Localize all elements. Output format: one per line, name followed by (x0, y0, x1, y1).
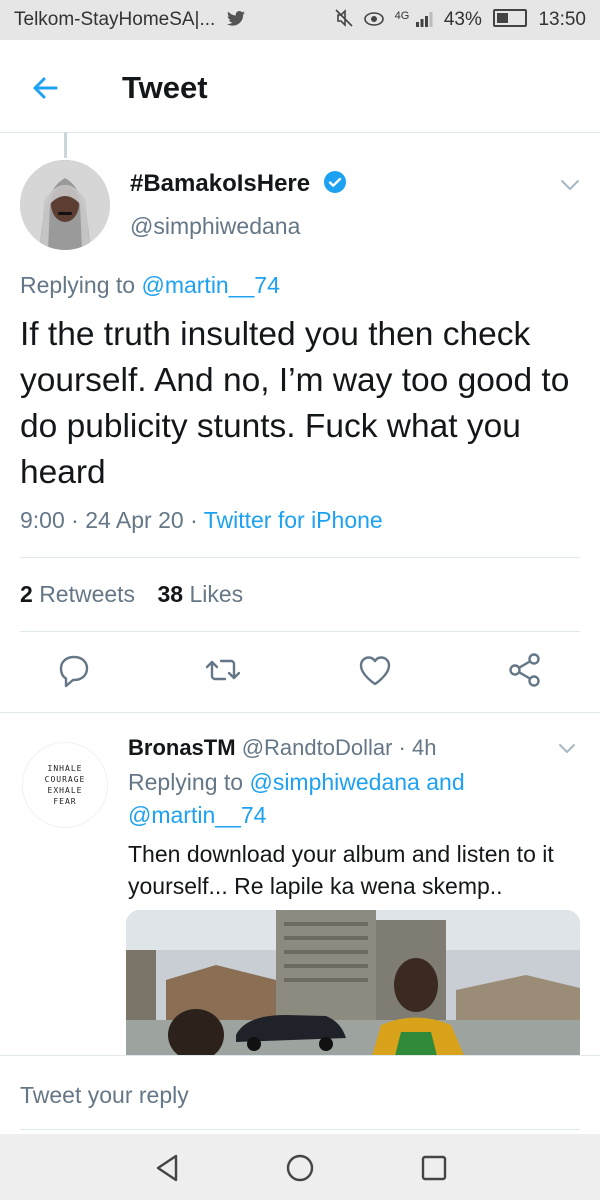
eye-comfort-icon (364, 12, 385, 26)
reply-header: BronasTM @RandtoDollar · 4h (128, 735, 437, 760)
twitter-notification-icon (226, 11, 245, 26)
verified-badge-icon (323, 171, 346, 193)
tweet-text: If the truth insulted you then check you… (20, 316, 570, 491)
reply-display-name[interactable]: BronasTM (128, 735, 236, 760)
network-type: 4G (394, 10, 410, 22)
avatar[interactable] (20, 160, 110, 250)
reply-input-underline (20, 1129, 580, 1130)
reply-media-image[interactable] (126, 910, 580, 1060)
tweet-source-link[interactable]: Twitter for iPhone (204, 507, 383, 533)
mention-link[interactable]: @simphiwedana (249, 769, 419, 795)
tweet-date: 24 Apr 20 (85, 507, 184, 533)
retweet-icon[interactable] (203, 650, 243, 690)
reply-icon[interactable] (54, 650, 94, 690)
reply-handle[interactable]: @RandtoDollar (242, 735, 393, 760)
mention-link[interactable]: @martin__74 (128, 802, 266, 828)
replying-prefix: Replying to (20, 272, 136, 298)
replying-to: Replying to @martin__74 (20, 272, 280, 299)
battery-percent: 43% (443, 9, 482, 30)
tweet-stats: 2 Retweets 38 Likes (20, 581, 243, 608)
share-icon[interactable] (505, 650, 545, 690)
like-heart-icon[interactable] (355, 650, 395, 690)
reply-text: Then download your album and listen to i… (128, 841, 554, 899)
reply-input[interactable] (20, 1078, 580, 1112)
section-separator (0, 712, 600, 713)
reply-avatar[interactable]: INHALE COURAGE EXHALE FEAR (22, 742, 108, 828)
likes-label: Likes (189, 581, 244, 607)
back-arrow-icon[interactable] (26, 68, 66, 108)
action-bar (0, 650, 600, 694)
status-bar: Telkom-StayHomeSA|... 4G 43% 13:50 (0, 0, 600, 40)
retweets-label: Retweets (39, 581, 136, 607)
tweet-time: 9:00 (20, 507, 65, 533)
nav-recents-icon[interactable] (416, 1150, 452, 1186)
display-name-text[interactable]: #BamakoIsHere (130, 170, 310, 197)
retweets-count: 2 (20, 581, 33, 607)
nav-back-icon[interactable] (150, 1150, 186, 1186)
avatar-text-line: INHALE (47, 764, 83, 773)
divider (20, 557, 580, 558)
display-name[interactable]: #BamakoIsHere (130, 170, 347, 198)
mute-icon (335, 9, 353, 27)
tweet-meta: 9:00 · 24 Apr 20 · Twitter for iPhone (20, 507, 383, 533)
status-left: Telkom-StayHomeSA|... (14, 9, 245, 31)
avatar-text-line: FEAR (53, 797, 77, 806)
divider (20, 631, 580, 632)
avatar-text-line: EXHALE (47, 786, 83, 795)
reply-replying-to: Replying to @simphiwedana and @martin__7… (128, 766, 578, 832)
system-nav-bar (0, 1134, 600, 1200)
avatar-portrait (20, 160, 110, 250)
page-title: Tweet (122, 70, 208, 105)
others-link[interactable]: and (426, 769, 464, 795)
likes-stat[interactable]: 38 Likes (157, 581, 243, 607)
chevron-down-icon[interactable] (558, 176, 582, 194)
thread-connector (64, 132, 67, 158)
app-header: Tweet (0, 40, 600, 133)
status-right: 4G 43% 13:50 (334, 9, 586, 31)
signal-icon (415, 12, 433, 27)
chevron-down-icon[interactable] (556, 741, 578, 757)
nav-home-icon[interactable] (282, 1150, 318, 1186)
user-handle[interactable]: @simphiwedana (130, 213, 300, 240)
avatar-text-line: COURAGE (44, 775, 86, 784)
likes-count: 38 (157, 581, 184, 607)
retweets-stat[interactable]: 2 Retweets (20, 581, 135, 607)
reply-time: 4h (411, 735, 437, 760)
battery-icon (493, 9, 528, 27)
carrier-name: Telkom-StayHomeSA|... (14, 9, 216, 30)
clock: 13:50 (538, 9, 586, 30)
mention-link[interactable]: @martin__74 (141, 272, 279, 298)
reply-replying-prefix: Replying to (128, 769, 244, 795)
reply-composer (0, 1055, 600, 1135)
media-photo (126, 910, 580, 1060)
